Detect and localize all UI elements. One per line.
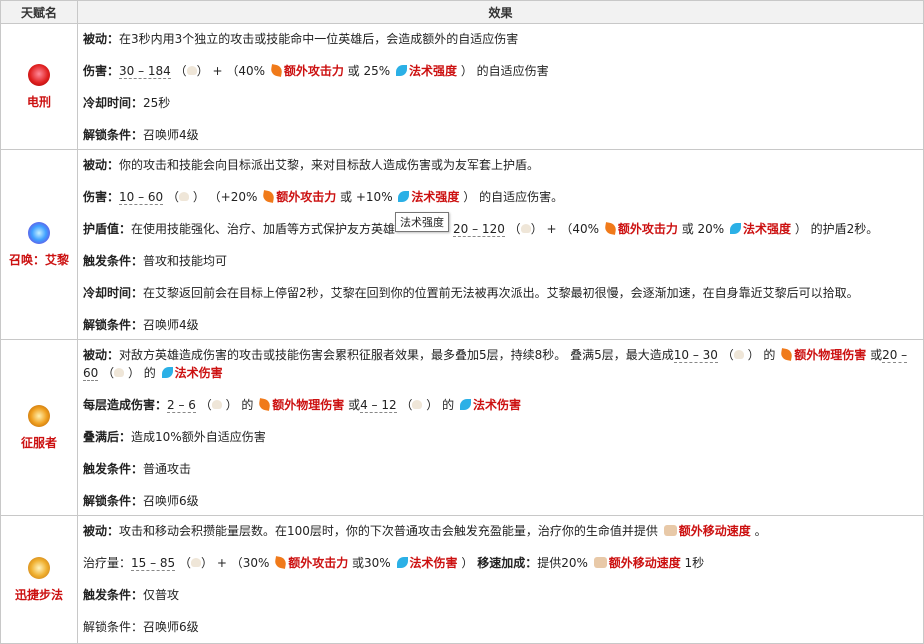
magic-damage-icon (459, 399, 471, 410)
magic-damage-link[interactable]: 法术伤害 (175, 366, 223, 380)
talent-name[interactable]: 征服者 (2, 434, 76, 451)
physical-damage-icon (780, 348, 794, 361)
talent-table: 天赋名 效果 电刑 被动：在3秒内用3个独立的攻击或技能命中一位英雄后，会造成额… (0, 0, 924, 644)
table-row: 征服者 被动：对敌方英雄造成伤害的攻击或技能伤害会累积征服者效果，最多叠加5层，… (0, 339, 924, 516)
level-icon (211, 400, 222, 409)
bonus-ad-link[interactable]: 额外攻击力 (288, 556, 348, 570)
ability-power-icon (730, 223, 741, 234)
attack-damage-icon (603, 222, 617, 235)
talent-name-cell: 迅捷步法 (0, 515, 78, 644)
ability-power-icon (395, 65, 407, 76)
col-header-effect: 效果 (77, 0, 924, 24)
table-row: 迅捷步法 被动：攻击和移动会积攒能量层数。在100层时，你的下次普通攻击会触发充… (0, 515, 924, 644)
bonus-ad-link[interactable]: 额外攻击力 (618, 222, 678, 236)
talent-name[interactable]: 召唤：艾黎 (2, 251, 76, 268)
talent-name-cell: 征服者 (0, 339, 78, 516)
movement-speed-icon (663, 525, 677, 536)
talent-name[interactable]: 迅捷步法 (2, 586, 76, 603)
table-row: 电刑 被动：在3秒内用3个独立的攻击或技能命中一位英雄后，会造成额外的自适应伤害… (0, 23, 924, 150)
bonus-ad-link[interactable]: 额外攻击力 (284, 64, 344, 78)
shield-range[interactable]: 20 – 120 (453, 222, 505, 237)
talent-name-cell: 召唤：艾黎 (0, 149, 78, 340)
attack-damage-icon (269, 64, 283, 77)
level-icon (114, 368, 125, 377)
col-header-name: 天赋名 (0, 0, 78, 24)
fleet-footwork-icon[interactable] (28, 556, 50, 579)
talent-effect-cell: 被动：对敌方英雄造成伤害的攻击或技能伤害会累积征服者效果，最多叠加5层，持续8秒… (77, 339, 924, 516)
ability-power-link[interactable]: 法术强度 (743, 222, 791, 236)
bonus-physical-link[interactable]: 额外物理伤害 (272, 398, 344, 412)
magic-damage-icon (161, 367, 173, 378)
tooltip: 法术强度 (395, 212, 449, 232)
level-icon (733, 350, 744, 359)
movement-speed-icon (593, 557, 607, 568)
level-icon (186, 66, 197, 75)
heal-range[interactable]: 15 – 85 (131, 556, 176, 571)
physical-damage-icon (258, 398, 272, 411)
magic-damage-link[interactable]: 法术伤害 (473, 398, 521, 412)
damage-range[interactable]: 10 – 30 (673, 348, 718, 363)
attack-damage-icon (274, 556, 288, 569)
bonus-movespeed-link[interactable]: 额外移动速度 (609, 556, 681, 570)
damage-range[interactable]: 4 – 12 (360, 398, 397, 413)
table-row: 召唤：艾黎 被动：你的攻击和技能会向目标派出艾黎，来对目标敌人造成伤害或为友军套… (0, 149, 924, 340)
damage-range[interactable]: 10 – 60 (119, 190, 164, 205)
attack-damage-icon (262, 190, 276, 203)
conqueror-icon[interactable] (28, 404, 50, 427)
talent-effect-cell: 被动：攻击和移动会积攒能量层数。在100层时，你的下次普通攻击会触发充盈能量，治… (77, 515, 924, 644)
level-icon (179, 192, 190, 201)
ability-power-link[interactable]: 法术强度 (409, 64, 457, 78)
ability-power-icon (398, 191, 410, 202)
talent-name-cell: 电刑 (0, 23, 78, 150)
talent-name[interactable]: 电刑 (2, 93, 76, 110)
ability-power-link[interactable]: 法术强度 (411, 190, 459, 204)
bonus-movespeed-link[interactable]: 额外移动速度 (679, 524, 751, 538)
damage-range[interactable]: 30 – 184 (119, 64, 171, 79)
level-icon (412, 400, 423, 409)
level-icon (520, 224, 531, 233)
ability-power-icon (396, 557, 408, 568)
bonus-ad-link[interactable]: 额外攻击力 (276, 190, 336, 204)
talent-effect-cell: 被动：在3秒内用3个独立的攻击或技能命中一位英雄后，会造成额外的自适应伤害 伤害… (77, 23, 924, 150)
aery-icon[interactable] (28, 221, 50, 244)
bonus-physical-link[interactable]: 额外物理伤害 (794, 348, 866, 362)
electrocute-icon[interactable] (28, 63, 50, 86)
level-icon (191, 558, 202, 567)
magic-damage-link[interactable]: 法术伤害 (410, 556, 458, 570)
damage-range[interactable]: 2 – 6 (167, 398, 196, 413)
talent-effect-cell: 被动：你的攻击和技能会向目标派出艾黎，来对目标敌人造成伤害或为友军套上护盾。 伤… (77, 149, 924, 340)
